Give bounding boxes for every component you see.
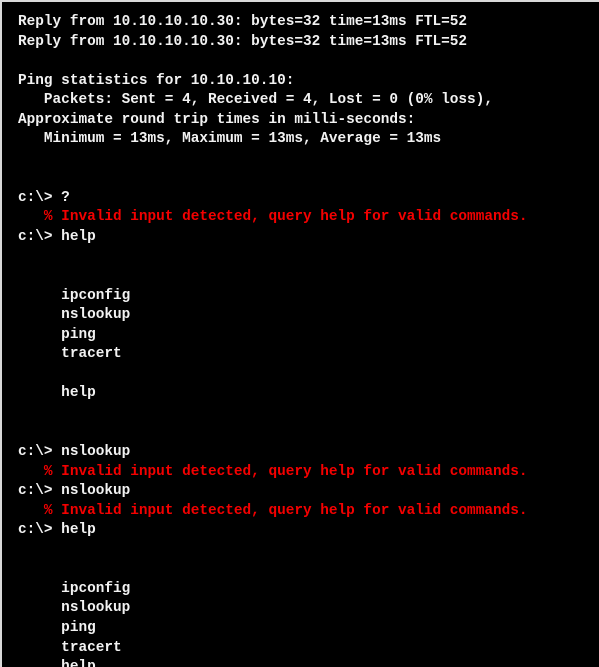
terminal-output-area[interactable]: Reply from 10.10.10.10.30: bytes=32 time… (2, 2, 599, 667)
terminal-output-line: ipconfig (18, 287, 131, 304)
terminal-command-line: c:\> help (18, 229, 96, 246)
terminal-output-line: help (18, 658, 599, 667)
terminal-error-line: % Invalid input detected, query help for… (18, 502, 528, 519)
terminal-command-line: c:\> help (18, 522, 96, 539)
terminal-output-line: tracert (18, 346, 122, 363)
terminal-output-line: tracert (18, 639, 122, 656)
terminal-command-line: c:\> nslookup (18, 444, 131, 461)
terminal-window[interactable]: Reply from 10.10.10.10.30: bytes=32 time… (0, 0, 599, 667)
terminal-output-line: ipconfig (18, 580, 131, 597)
terminal-output-line: Minimum = 13ms, Maximum = 13ms, Average … (18, 131, 442, 148)
terminal-output-line: help (18, 385, 96, 402)
terminal-output-line: nslookup (18, 307, 131, 324)
terminal-output-line: Packets: Sent = 4, Received = 4, Lost = … (18, 92, 493, 109)
terminal-output-line: Ping statistics for 10.10.10.10: (18, 72, 295, 89)
terminal-command-line: c:\> ? (18, 189, 70, 206)
terminal-output-line: ping (18, 326, 96, 343)
terminal-output-line: Approximate round trip times in milli-se… (18, 111, 416, 128)
terminal-output-line: ping (18, 619, 96, 636)
terminal-error-line: % Invalid input detected, query help for… (18, 209, 528, 226)
terminal-output-line: nslookup (18, 600, 131, 617)
terminal-output-line: Reply from 10.10.10.10.30: bytes=32 time… (18, 14, 468, 30)
terminal-output-line: Reply from 10.10.10.10.30: bytes=32 time… (18, 33, 468, 50)
terminal-error-line: % Invalid input detected, query help for… (18, 463, 528, 480)
terminal-command-line: c:\> nslookup (18, 483, 131, 500)
